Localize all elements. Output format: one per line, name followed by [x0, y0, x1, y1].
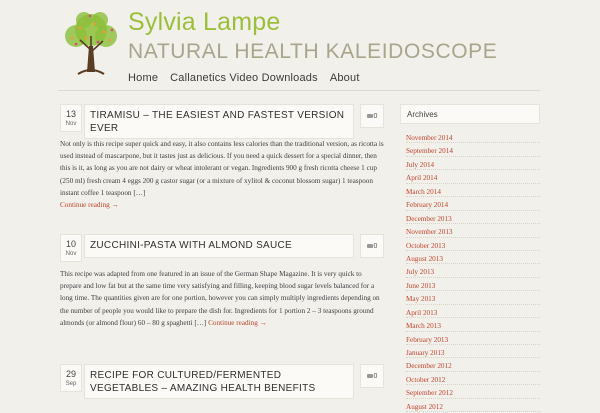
tree-logo-icon[interactable] — [56, 8, 126, 82]
site-header: Sylvia Lampe NATURAL HEALTH KALEIDOSCOPE… — [0, 0, 600, 100]
archive-item: March 2014 — [406, 184, 540, 198]
archive-link[interactable]: April 2013 — [406, 309, 437, 317]
archive-link[interactable]: June 2013 — [406, 282, 435, 290]
archive-item: March 2013 — [406, 318, 540, 332]
post: 13 Nov TIRAMISU – THE EASIEST AND FASTES… — [60, 104, 385, 211]
post-excerpt: Not only is this recipe super quick and … — [60, 138, 385, 211]
post-title[interactable]: TIRAMISU – THE EASIEST AND FASTEST VERSI… — [84, 104, 354, 139]
archive-item: April 2013 — [406, 305, 540, 319]
post-header: 29 Sep RECIPE FOR CULTURED/FERMENTED VEG… — [60, 364, 385, 399]
sidebar: Archives November 2014 September 2014 Ju… — [400, 104, 540, 413]
archive-link[interactable]: December 2012 — [406, 362, 452, 370]
archive-link[interactable]: February 2013 — [406, 336, 448, 344]
continue-reading-link[interactable]: Continue reading → — [208, 319, 267, 327]
post-date-month: Sep — [65, 381, 77, 387]
comment-count-button[interactable]: 0 — [360, 234, 384, 258]
archive-link[interactable]: July 2013 — [406, 268, 434, 276]
post-date-day: 29 — [65, 369, 76, 379]
archive-item: October 2012 — [406, 372, 540, 386]
post-header: 13 Nov TIRAMISU – THE EASIEST AND FASTES… — [60, 104, 385, 139]
archive-item: September 2012 — [406, 385, 540, 399]
archive-item: October 2013 — [406, 238, 540, 251]
site-name[interactable]: Sylvia Lampe — [128, 8, 280, 37]
post: 29 Sep RECIPE FOR CULTURED/FERMENTED VEG… — [60, 364, 385, 399]
archive-item: June 2013 — [406, 278, 540, 292]
archive-link[interactable]: November 2013 — [406, 228, 453, 236]
archive-link[interactable]: December 2013 — [406, 215, 452, 223]
archive-link[interactable]: September 2012 — [406, 389, 453, 397]
post-excerpt-text: Not only is this recipe super quick and … — [60, 140, 384, 197]
site-tagline: NATURAL HEALTH KALEIDOSCOPE — [128, 40, 498, 63]
archive-item: August 2013 — [406, 251, 540, 265]
archive-item: February 2013 — [406, 332, 540, 345]
archives-title: Archives — [400, 104, 540, 124]
nav-item-about[interactable]: About — [330, 72, 360, 84]
comment-bubble-icon — [366, 374, 373, 378]
post-excerpt: This recipe was adapted from one feature… — [60, 268, 385, 329]
post-date: 29 Sep — [60, 364, 82, 392]
archive-link[interactable]: October 2012 — [406, 376, 445, 384]
post-header: 10 Nov ZUCCHINI-PASTA WITH ALMOND SAUCE … — [60, 234, 385, 262]
main-nav: Home Callanetics Video Downloads About — [128, 72, 360, 84]
archive-item: November 2014 — [406, 130, 540, 144]
archive-link[interactable]: March 2013 — [406, 322, 441, 330]
archive-link[interactable]: September 2014 — [406, 147, 453, 155]
archive-link[interactable]: February 2014 — [406, 201, 448, 209]
archive-link[interactable]: January 2013 — [406, 349, 445, 357]
archive-link[interactable]: April 2014 — [406, 174, 437, 182]
post-date: 10 Nov — [60, 234, 82, 262]
archive-item: January 2013 — [406, 345, 540, 359]
post: 10 Nov ZUCCHINI-PASTA WITH ALMOND SAUCE … — [60, 234, 385, 329]
comment-bubble-icon — [366, 244, 373, 248]
archive-item: September 2014 — [406, 143, 540, 157]
archive-item: November 2013 — [406, 224, 540, 238]
archive-link[interactable]: August 2012 — [406, 403, 443, 411]
archive-item: July 2014 — [406, 157, 540, 171]
comment-count: 0 — [373, 372, 378, 380]
archive-link[interactable]: May 2013 — [406, 295, 435, 303]
archive-item: May 2013 — [406, 291, 540, 305]
archive-item: December 2013 — [406, 211, 540, 225]
archive-item: December 2012 — [406, 358, 540, 372]
post-title[interactable]: RECIPE FOR CULTURED/FERMENTED VEGETABLES… — [84, 364, 354, 399]
comment-count-button[interactable]: 0 — [360, 364, 384, 388]
post-date-month: Nov — [65, 251, 77, 257]
continue-reading-link[interactable]: Continue reading → — [60, 201, 119, 209]
archives-list: November 2014 September 2014 July 2014 A… — [400, 130, 540, 413]
archive-item: July 2013 — [406, 264, 540, 278]
archive-link[interactable]: October 2013 — [406, 242, 445, 250]
nav-item-callanetics[interactable]: Callanetics Video Downloads — [170, 72, 318, 84]
archive-link[interactable]: August 2013 — [406, 255, 443, 263]
post-date-day: 10 — [65, 239, 76, 249]
post-date-month: Nov — [65, 121, 77, 127]
archive-item: February 2014 — [406, 197, 540, 211]
comment-count: 0 — [373, 112, 378, 120]
archive-item: August 2012 — [406, 399, 540, 413]
nav-item-home[interactable]: Home — [128, 72, 158, 84]
post-date-day: 13 — [65, 109, 76, 119]
comment-count: 0 — [373, 242, 378, 250]
archive-link[interactable]: July 2014 — [406, 161, 434, 169]
archive-link[interactable]: March 2014 — [406, 188, 441, 196]
post-title[interactable]: ZUCCHINI-PASTA WITH ALMOND SAUCE — [84, 234, 354, 258]
comment-count-button[interactable]: 0 — [360, 104, 384, 128]
archive-link[interactable]: November 2014 — [406, 134, 453, 142]
post-date: 13 Nov — [60, 104, 82, 132]
archive-item: April 2014 — [406, 170, 540, 184]
comment-bubble-icon — [366, 114, 373, 118]
header-divider — [58, 90, 540, 91]
